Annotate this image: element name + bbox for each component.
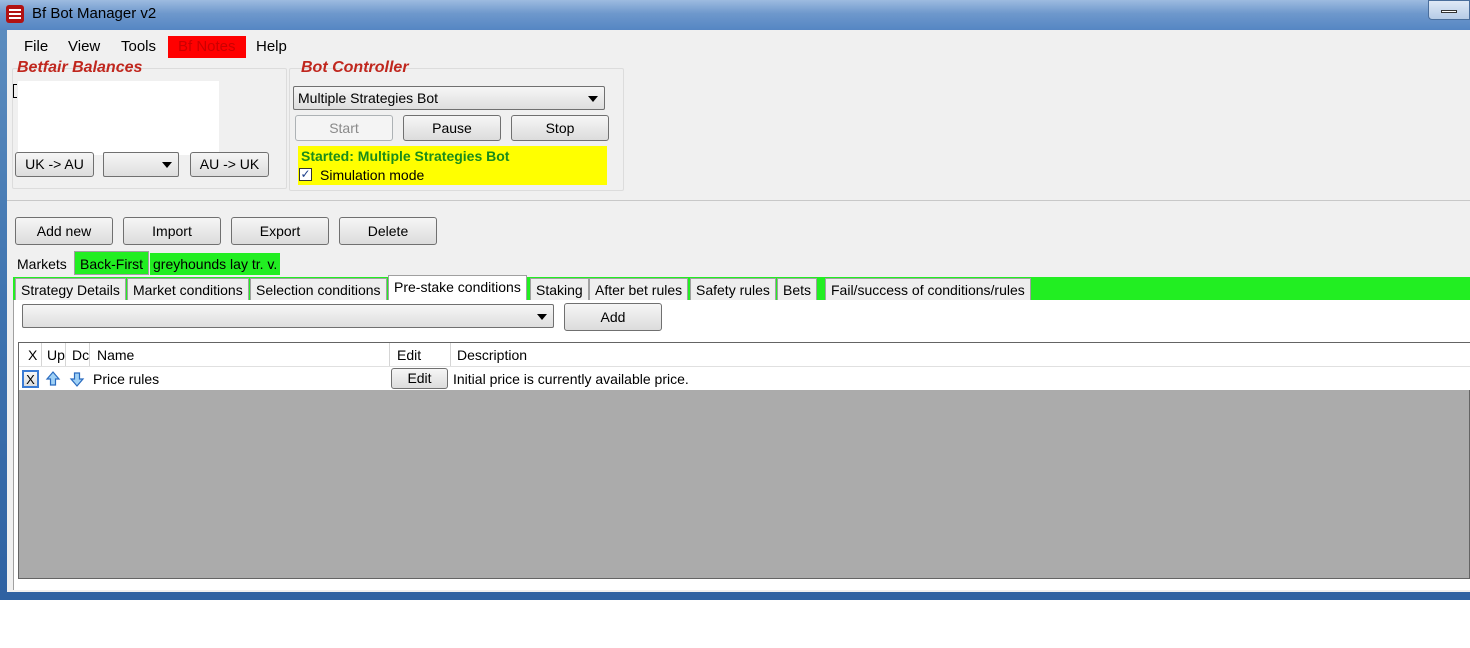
application-window: Bf Bot Manager v2 File View Tools Bf Not… (0, 0, 1470, 600)
chevron-down-icon (162, 162, 172, 168)
chevron-down-icon (537, 314, 547, 320)
grid-header: X Up Dc Name Edit Description (19, 343, 1470, 366)
title-bar[interactable]: Bf Bot Manager v2 (0, 0, 1470, 30)
import-button[interactable]: Import (123, 217, 221, 245)
conditions-grid: X Up Dc Name Edit Description X Price ru… (18, 342, 1470, 579)
tab-staking[interactable]: Staking (530, 278, 589, 301)
tab-after-bet-rules[interactable]: After bet rules (589, 278, 689, 301)
simulation-label: Simulation mode (320, 167, 425, 183)
tab-market-conditions[interactable]: Market conditions (127, 278, 249, 301)
start-button[interactable]: Start (295, 115, 393, 141)
move-up-icon[interactable] (45, 370, 61, 388)
status-panel: Started: Multiple Strategies Bot ✓ Simul… (298, 146, 607, 185)
window-title: Bf Bot Manager v2 (32, 5, 157, 22)
checkmark-icon: ✓ (300, 167, 311, 181)
tab-fail-success[interactable]: Fail/success of conditions/rules (825, 278, 1031, 301)
menu-file[interactable]: File (24, 36, 48, 58)
tab-strategy-details[interactable]: Strategy Details (15, 278, 126, 301)
move-down-icon[interactable] (69, 370, 85, 388)
col-down: Dc (72, 347, 90, 363)
tab-markets[interactable]: Markets (13, 252, 71, 276)
simulation-checkbox[interactable]: ✓ (299, 168, 312, 181)
menu-help[interactable]: Help (256, 36, 287, 58)
tab-pre-stake-conditions[interactable]: Pre-stake conditions (388, 275, 527, 302)
uk-to-au-button[interactable]: UK -> AU (15, 152, 94, 177)
col-description: Description (457, 347, 528, 363)
au-to-uk-button[interactable]: AU -> UK (190, 152, 269, 177)
pause-button[interactable]: Pause (403, 115, 501, 141)
minimize-icon (1441, 10, 1457, 13)
col-edit: Edit (397, 347, 422, 363)
tab-greyhounds-lay[interactable]: greyhounds lay tr. v. (150, 253, 281, 275)
export-button[interactable]: Export (231, 217, 329, 245)
menu-bf-notes[interactable]: Bf Notes (168, 36, 246, 58)
condition-select[interactable] (22, 304, 554, 328)
balances-title: Betfair Balances (17, 59, 143, 76)
bot-select-value: Multiple Strategies Bot (298, 90, 439, 106)
remove-row-button[interactable]: X (22, 370, 39, 388)
table-row[interactable]: X Price rules Edit Initial price is curr… (19, 366, 1470, 390)
minimize-button[interactable] (1428, 0, 1470, 20)
bot-select[interactable]: Multiple Strategies Bot (293, 86, 605, 110)
tab-back-first[interactable]: Back-First (74, 251, 149, 275)
col-x: X (28, 347, 38, 363)
balance-label-fragment (13, 84, 17, 98)
col-up: Up (47, 347, 65, 363)
col-name: Name (97, 347, 135, 363)
app-icon (6, 5, 24, 23)
add-new-button[interactable]: Add new (15, 217, 113, 245)
currency-select[interactable] (103, 152, 179, 177)
menu-tools[interactable]: Tools (121, 36, 156, 58)
tab-safety-rules[interactable]: Safety rules (690, 278, 776, 301)
row-name: Price rules (93, 371, 160, 387)
add-condition-button[interactable]: Add (564, 303, 662, 331)
stop-button[interactable]: Stop (511, 115, 609, 141)
bot-status-text: Started: Multiple Strategies Bot (301, 148, 510, 164)
delete-button[interactable]: Delete (339, 217, 437, 245)
row-description: Initial price is currently available pri… (453, 371, 689, 387)
chevron-down-icon (588, 96, 598, 102)
section-divider (7, 200, 1470, 201)
balances-display (18, 81, 219, 155)
tab-selection-conditions[interactable]: Selection conditions (250, 278, 387, 301)
edit-row-button[interactable]: Edit (391, 368, 448, 389)
menu-view[interactable]: View (68, 36, 100, 58)
tab-bets[interactable]: Bets (777, 278, 818, 301)
bot-controller-title: Bot Controller (301, 59, 409, 76)
